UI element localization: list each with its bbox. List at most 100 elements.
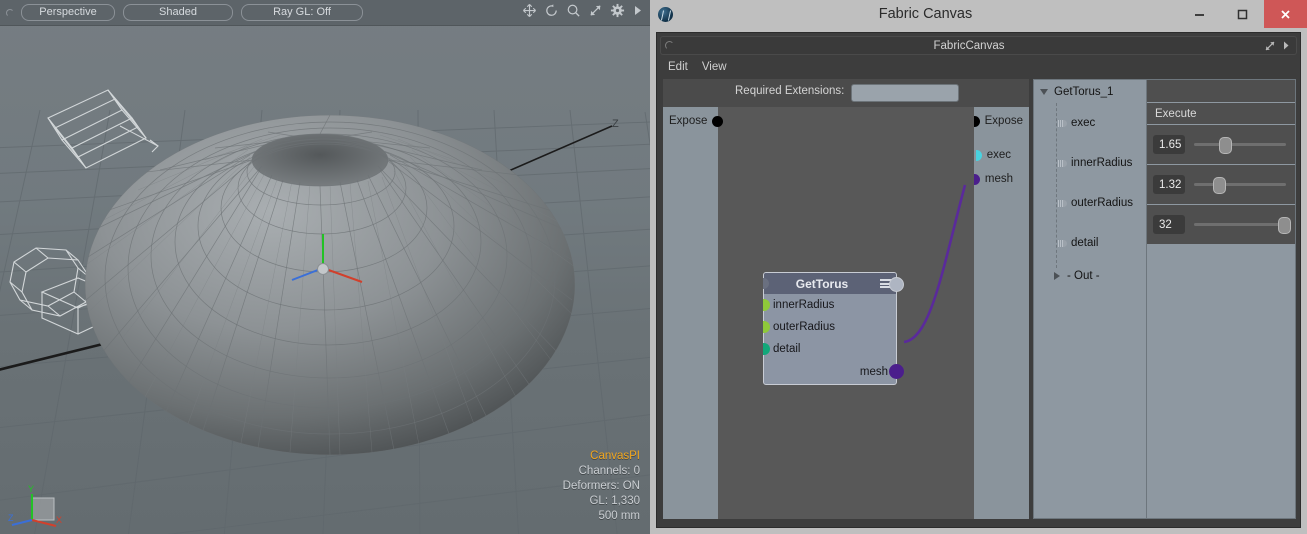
exec-port-icon[interactable] — [975, 149, 982, 161]
node-input-detail[interactable]: detail — [763, 338, 896, 360]
undock-icon[interactable] — [1264, 40, 1276, 52]
viewport-tool-icons — [522, 3, 643, 18]
required-extensions-input[interactable] — [851, 84, 959, 102]
menu-item-view[interactable]: View — [702, 61, 727, 73]
fabric-canvas-window: Fabric Canvas FabricCanvas Edit View Req… — [650, 0, 1307, 534]
port-expose-left-label: Expose — [669, 115, 708, 127]
tree-item-out[interactable]: - Out - — [1034, 263, 1146, 289]
detail-slider-knob[interactable] — [1278, 217, 1292, 234]
menubar: Edit View — [661, 58, 727, 76]
port-exec-label: exec — [986, 149, 1011, 161]
fabric-logo-icon — [658, 6, 673, 22]
minimize-button[interactable] — [1178, 0, 1221, 28]
dock-titlebar[interactable]: FabricCanvas — [660, 36, 1297, 55]
node-input-outerradius-label: outerRadius — [773, 321, 836, 333]
node-exec-out-port-icon[interactable] — [889, 277, 904, 292]
hud-deformers: Deformers: ON — [562, 480, 640, 492]
expose-left-dot-icon[interactable] — [712, 115, 724, 127]
dock-title: FabricCanvas — [933, 39, 1005, 52]
detail-port-glyph-icon — [1058, 239, 1067, 247]
hud-gl: GL: 1,330 — [589, 495, 640, 507]
value-row-detail[interactable]: 32 — [1147, 205, 1295, 245]
canvas-panel: FabricCanvas Edit View Required Extensio… — [656, 32, 1301, 528]
required-extensions-label: Required Extensions: — [735, 85, 845, 97]
properties-panel: GetTorus_1 exec innerRadius outerRadius … — [1033, 79, 1296, 519]
node-title: GetTorus — [795, 276, 849, 291]
close-button[interactable] — [1264, 0, 1307, 28]
innerradius-slider-track — [1194, 143, 1286, 146]
chevron-right-icon[interactable] — [1054, 272, 1060, 280]
exec-port-glyph-icon — [1058, 119, 1067, 127]
expand-icon[interactable] — [588, 3, 603, 18]
innerradius-port-glyph-icon — [1058, 159, 1067, 167]
properties-tree: GetTorus_1 exec innerRadius outerRadius … — [1034, 80, 1147, 518]
axis-gizmo[interactable]: Y X Z — [8, 480, 68, 528]
port-expose-right-label: Expose — [984, 115, 1023, 127]
node-output-mesh[interactable]: mesh — [764, 360, 904, 384]
menu-item-edit[interactable]: Edit — [668, 61, 688, 73]
viewport-raygl-toggle[interactable]: Ray GL: Off — [241, 4, 363, 21]
properties-values: Execute 1.65 1.32 32 — [1147, 80, 1295, 518]
exec-value-label: Execute — [1155, 107, 1197, 120]
tree-item-innerradius[interactable]: innerRadius — [1034, 143, 1146, 183]
zoom-icon[interactable] — [566, 3, 581, 18]
innerradius-port-icon[interactable] — [763, 299, 770, 311]
play-icon[interactable] — [632, 4, 643, 17]
dock-arrow-icon[interactable] — [1282, 40, 1290, 51]
outerradius-port-icon[interactable] — [763, 321, 770, 333]
gear-icon[interactable] — [610, 3, 625, 18]
tree-item-outerradius[interactable]: outerRadius — [1034, 183, 1146, 223]
expose-right-dot-icon[interactable] — [973, 115, 980, 127]
port-exec-right[interactable]: exec — [975, 149, 1011, 161]
outerradius-value-field[interactable]: 1.32 — [1153, 175, 1185, 194]
tree-item-detail[interactable]: detail — [1034, 223, 1146, 263]
viewport-axis-label-z: Z — [612, 118, 619, 130]
node-gettorus[interactable]: GetTorus innerRadius outerRadius detail … — [763, 272, 904, 385]
viewport-shading-shaded[interactable]: Shaded — [123, 4, 233, 21]
graph-area: Required Extensions: Expose Expose exec … — [663, 79, 1029, 519]
move-icon[interactable] — [522, 3, 537, 18]
hud-name: CanvasPI — [590, 450, 640, 462]
mesh-output-port-icon[interactable] — [889, 364, 904, 379]
chevron-down-icon[interactable] — [1040, 88, 1048, 95]
dock-menu-dot-icon[interactable] — [665, 41, 674, 50]
tree-item-outerradius-label: outerRadius — [1071, 197, 1134, 209]
outerradius-slider[interactable] — [1194, 175, 1286, 194]
value-row-exec[interactable]: Execute — [1147, 103, 1295, 125]
innerradius-slider[interactable] — [1194, 135, 1286, 154]
innerradius-slider-knob[interactable] — [1219, 137, 1233, 154]
port-mesh-right[interactable]: mesh — [973, 173, 1013, 185]
tree-item-root-label: GetTorus_1 — [1054, 85, 1114, 98]
viewport-hud: CanvasPI Channels: 0 Deformers: ON GL: 1… — [563, 449, 640, 524]
value-row-innerradius[interactable]: 1.65 — [1147, 125, 1295, 165]
port-expose-left[interactable]: Expose — [669, 115, 724, 127]
node-input-innerradius[interactable]: innerRadius — [763, 294, 896, 316]
detail-port-icon[interactable] — [763, 343, 770, 355]
tree-item-detail-label: detail — [1071, 237, 1099, 249]
viewport-mode-perspective[interactable]: Perspective — [21, 4, 115, 21]
detail-slider[interactable] — [1194, 215, 1292, 234]
viewport-toolbar: Perspective Shaded Ray GL: Off — [0, 0, 650, 26]
innerradius-value-field[interactable]: 1.65 — [1153, 135, 1185, 154]
tree-item-exec[interactable]: exec — [1034, 103, 1146, 143]
value-row-outerradius[interactable]: 1.32 — [1147, 165, 1295, 205]
outerradius-slider-knob[interactable] — [1212, 177, 1226, 194]
viewport-menu-dot-icon[interactable] — [6, 8, 14, 17]
mesh-port-right-icon[interactable] — [973, 173, 980, 185]
window-titlebar[interactable]: Fabric Canvas — [650, 0, 1307, 28]
expose-strip-left[interactable] — [663, 107, 718, 519]
port-expose-right[interactable]: Expose — [973, 115, 1023, 127]
maximize-button[interactable] — [1221, 0, 1264, 28]
expose-strip-right[interactable] — [974, 107, 1029, 519]
rotate-icon[interactable] — [544, 3, 559, 18]
svg-text:Z: Z — [8, 513, 14, 523]
node-input-outerradius[interactable]: outerRadius — [763, 316, 896, 338]
viewport-3d[interactable]: Z Perspective Shaded Ray GL: Off CanvasP… — [0, 0, 650, 534]
detail-value-field[interactable]: 32 — [1153, 215, 1185, 234]
node-header[interactable]: GetTorus — [763, 273, 904, 294]
tree-item-innerradius-label: innerRadius — [1071, 157, 1133, 169]
node-canvas[interactable]: Expose Expose exec mesh GetTorus innerRa… — [663, 107, 1029, 519]
viewport-scene — [0, 89, 650, 534]
node-output-mesh-label: mesh — [859, 366, 888, 378]
tree-item-gettorus-1[interactable]: GetTorus_1 — [1034, 80, 1146, 103]
